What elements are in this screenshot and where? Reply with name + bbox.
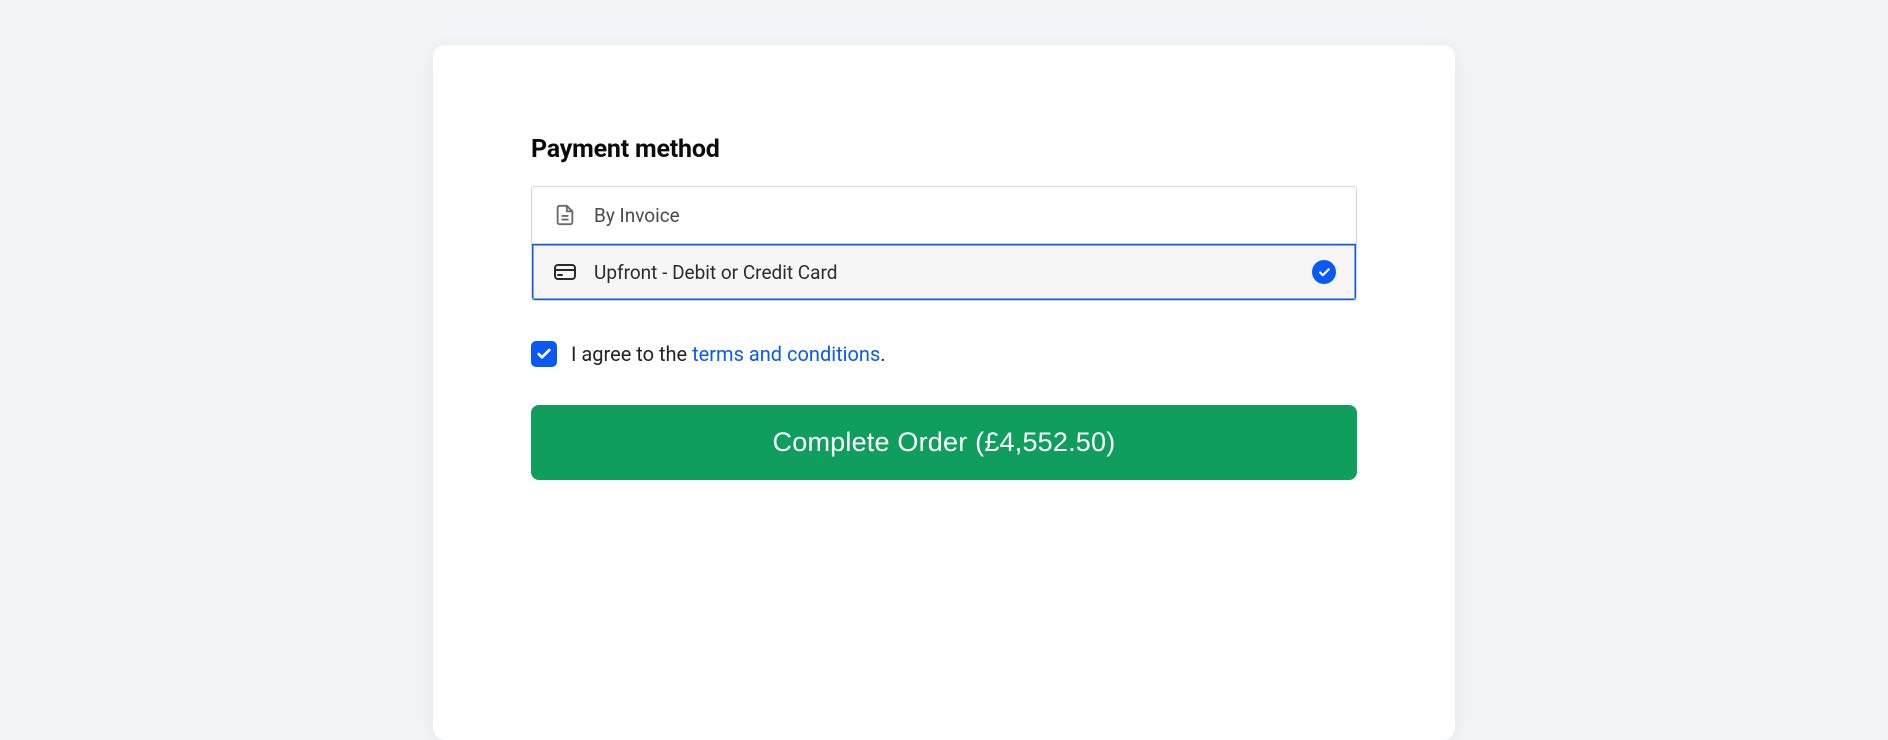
consent-suffix: . — [880, 342, 885, 366]
selected-check-icon — [1312, 260, 1336, 284]
consent-prefix: I agree to the — [571, 342, 692, 366]
file-text-icon — [552, 202, 578, 228]
payment-options: By Invoice Upfront - Debit or Credit Car… — [531, 186, 1357, 301]
submit-label-prefix: Complete Order — [773, 427, 968, 457]
consent-text: I agree to the terms and conditions. — [571, 342, 886, 366]
payment-option-label: Upfront - Debit or Credit Card — [594, 261, 837, 284]
payment-card: Payment method By Invoice — [433, 45, 1455, 740]
payment-option-invoice[interactable]: By Invoice — [532, 187, 1356, 243]
consent-row: I agree to the terms and conditions. — [531, 341, 1357, 367]
payment-option-label: By Invoice — [594, 204, 680, 227]
section-title: Payment method — [531, 135, 1357, 164]
submit-amount: £4,552.50 — [984, 427, 1106, 457]
payment-option-card[interactable]: Upfront - Debit or Credit Card — [532, 243, 1356, 300]
complete-order-button[interactable]: Complete Order (£4,552.50) — [531, 405, 1357, 480]
terms-checkbox[interactable] — [531, 341, 557, 367]
submit-amount-wrap: (£4,552.50) — [975, 427, 1115, 457]
terms-link[interactable]: terms and conditions — [692, 342, 880, 366]
credit-card-icon — [552, 259, 578, 285]
